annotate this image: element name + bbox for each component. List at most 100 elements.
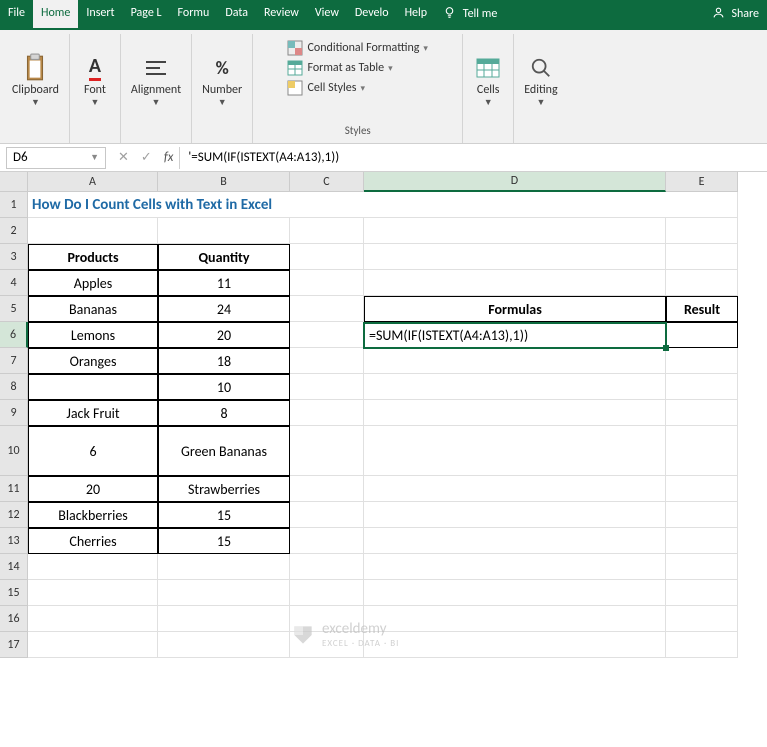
row-header[interactable]: 4 (0, 270, 28, 296)
paste-button[interactable]: Clipboard ▼ (12, 53, 59, 108)
row-header[interactable]: 6 (0, 322, 28, 348)
cell[interactable]: Bananas (28, 296, 158, 322)
tab-formulas[interactable]: Formu (170, 0, 218, 30)
row-header[interactable]: 11 (0, 476, 28, 502)
tab-insert[interactable]: Insert (78, 0, 122, 30)
cell[interactable] (158, 580, 290, 606)
cell[interactable]: Cherries (28, 528, 158, 554)
cell[interactable] (290, 426, 364, 476)
cell[interactable]: Result (666, 296, 738, 322)
tab-file[interactable]: File (0, 0, 33, 30)
cell[interactable] (666, 374, 738, 400)
cell[interactable] (290, 270, 364, 296)
select-all-corner[interactable] (0, 172, 28, 192)
cell[interactable]: Oranges (28, 348, 158, 374)
font-button[interactable]: A Font ▼ (80, 53, 110, 108)
cell[interactable] (364, 244, 666, 270)
cell[interactable] (290, 580, 364, 606)
cell[interactable] (666, 426, 738, 476)
col-header-E[interactable]: E (666, 172, 738, 192)
cell-title[interactable]: How Do I Count Cells with Text in Excel (28, 192, 738, 218)
cell[interactable]: 11 (158, 270, 290, 296)
cell[interactable] (28, 632, 158, 658)
cell[interactable] (364, 348, 666, 374)
cell[interactable]: Strawberries (158, 476, 290, 502)
cell[interactable]: Blackberries (28, 502, 158, 528)
cell[interactable] (666, 476, 738, 502)
cell[interactable] (290, 374, 364, 400)
cell[interactable] (666, 502, 738, 528)
fx-icon[interactable]: fx (164, 150, 174, 165)
cell[interactable]: Lemons (28, 322, 158, 348)
cell[interactable] (666, 270, 738, 296)
cell[interactable] (666, 606, 738, 632)
col-header-A[interactable]: A (28, 172, 158, 192)
cell[interactable]: 6 (28, 426, 158, 476)
cell[interactable] (28, 606, 158, 632)
cell[interactable] (290, 322, 364, 348)
tab-review[interactable]: Review (256, 0, 307, 30)
enter-icon[interactable]: ✓ (141, 150, 152, 165)
row-header[interactable]: 8 (0, 374, 28, 400)
alignment-button[interactable]: Alignment ▼ (131, 53, 181, 108)
cell[interactable] (28, 554, 158, 580)
cell[interactable]: Green Bananas (158, 426, 290, 476)
cell[interactable] (28, 580, 158, 606)
cell[interactable] (666, 580, 738, 606)
worksheet-grid[interactable]: A B C D E 1 How Do I Count Cells with Te… (0, 172, 767, 658)
cell[interactable] (666, 554, 738, 580)
cell[interactable] (364, 632, 666, 658)
cell[interactable] (666, 348, 738, 374)
editing-button[interactable]: Editing ▼ (524, 53, 557, 108)
cell[interactable] (666, 218, 738, 244)
cell[interactable] (158, 606, 290, 632)
format-as-table-button[interactable]: Format as Table▾ (287, 58, 392, 78)
cell[interactable] (290, 554, 364, 580)
cell[interactable] (290, 502, 364, 528)
row-header[interactable]: 9 (0, 400, 28, 426)
row-header[interactable]: 15 (0, 580, 28, 606)
tab-home[interactable]: Home (33, 0, 78, 30)
tab-help[interactable]: Help (397, 0, 436, 30)
cell[interactable]: 15 (158, 528, 290, 554)
col-header-B[interactable]: B (158, 172, 290, 192)
cell[interactable] (364, 476, 666, 502)
cell[interactable] (290, 348, 364, 374)
fill-handle[interactable] (663, 345, 669, 351)
cell[interactable] (28, 374, 158, 400)
row-header[interactable]: 16 (0, 606, 28, 632)
cell[interactable] (158, 554, 290, 580)
cell[interactable] (290, 400, 364, 426)
cell[interactable] (364, 528, 666, 554)
cells-button[interactable]: Cells ▼ (473, 53, 503, 108)
cell[interactable]: 10 (158, 374, 290, 400)
cell[interactable] (158, 218, 290, 244)
cell[interactable] (364, 502, 666, 528)
cell[interactable]: Apples (28, 270, 158, 296)
cell[interactable]: 24 (158, 296, 290, 322)
col-header-C[interactable]: C (290, 172, 364, 192)
formula-input[interactable]: '=SUM(IF(ISTEXT(A4:A13),1)) (179, 147, 767, 169)
cell[interactable] (28, 218, 158, 244)
col-header-D[interactable]: D (364, 172, 666, 192)
cell[interactable]: 18 (158, 348, 290, 374)
cell[interactable] (364, 374, 666, 400)
cell[interactable] (666, 528, 738, 554)
row-header[interactable]: 7 (0, 348, 28, 374)
cell[interactable] (364, 554, 666, 580)
row-header[interactable]: 3 (0, 244, 28, 270)
cell[interactable]: 20 (28, 476, 158, 502)
cell[interactable]: 15 (158, 502, 290, 528)
row-header[interactable]: 17 (0, 632, 28, 658)
name-box[interactable]: D6 ▼ (6, 147, 106, 169)
cell[interactable] (290, 296, 364, 322)
cell-styles-button[interactable]: Cell Styles▾ (287, 78, 365, 98)
cell-active[interactable]: =SUM(IF(ISTEXT(A4:A13),1)) (364, 322, 666, 348)
chevron-down-icon[interactable]: ▼ (90, 152, 99, 163)
number-button[interactable]: % Number ▼ (202, 53, 242, 108)
tab-developer[interactable]: Develo (347, 0, 397, 30)
cell[interactable] (290, 528, 364, 554)
cell[interactable] (666, 400, 738, 426)
cell[interactable] (158, 632, 290, 658)
row-header[interactable]: 12 (0, 502, 28, 528)
